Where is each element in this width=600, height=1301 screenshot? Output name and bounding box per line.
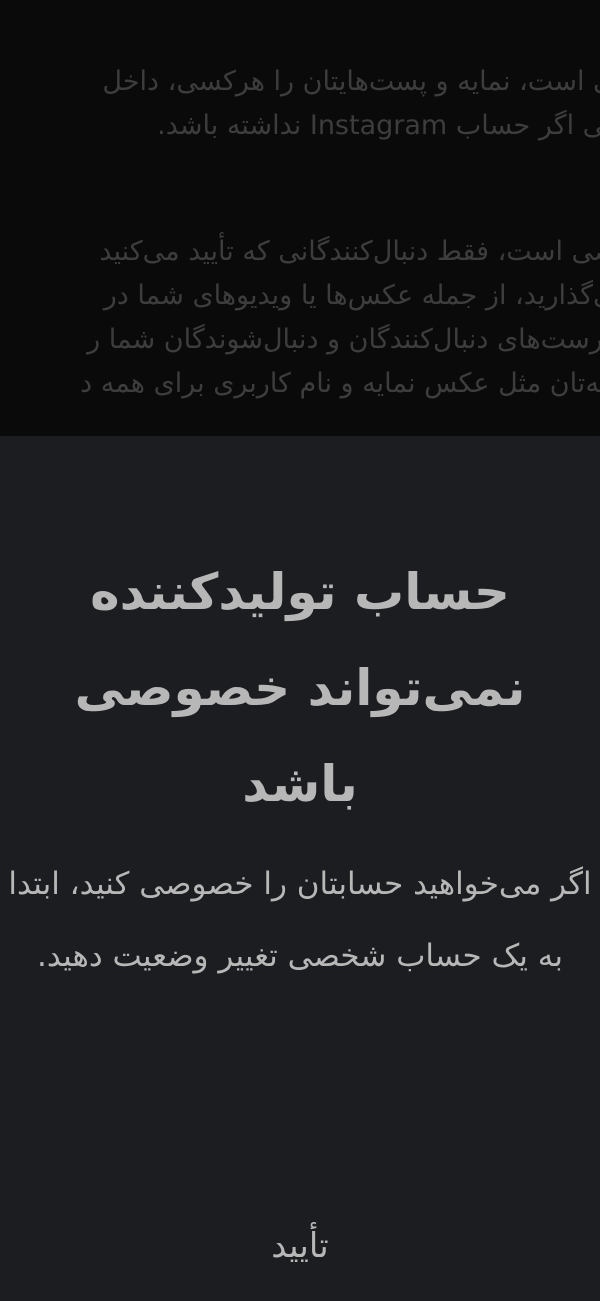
background-private-paragraph: وصی است، فقط دنبال‌کنندگانی که تأیید می‌… [0, 230, 600, 406]
background-text-line: می‌گذارید، از جمله عکس‌ها یا ویدیوهای شم… [103, 280, 600, 311]
dialog-sheet: حساب تولیدکننده نمی‌تواند خصوصی باشد اگر… [0, 436, 600, 1301]
screen: می است، نمایه و پست‌هایتان را هرکسی، داخ… [0, 0, 600, 1301]
background-text-line: می است، نمایه و پست‌هایتان را هرکسی، داخ… [102, 66, 600, 97]
dialog-message: اگر می‌خواهید حسابتان را خصوصی کنید، ابت… [8, 866, 592, 974]
background-text-line: فهرست‌های دنبال‌کنندگان و دنبال‌شوندگان … [87, 324, 600, 355]
background-text-line: مایه‌تان مثل عکس نمایه و نام کاربری برای… [80, 368, 600, 399]
background-text-line: حتی اگر حساب Instagram نداشته باشد. [157, 110, 600, 141]
dialog-title: حساب تولیدکننده نمی‌تواند خصوصی باشد [74, 563, 526, 813]
background-public-paragraph: می است، نمایه و پست‌هایتان را هرکسی، داخ… [0, 60, 600, 148]
background-text-line: وصی است، فقط دنبال‌کنندگانی که تأیید می‌… [99, 236, 600, 267]
confirm-button[interactable]: تأیید [0, 1206, 600, 1286]
